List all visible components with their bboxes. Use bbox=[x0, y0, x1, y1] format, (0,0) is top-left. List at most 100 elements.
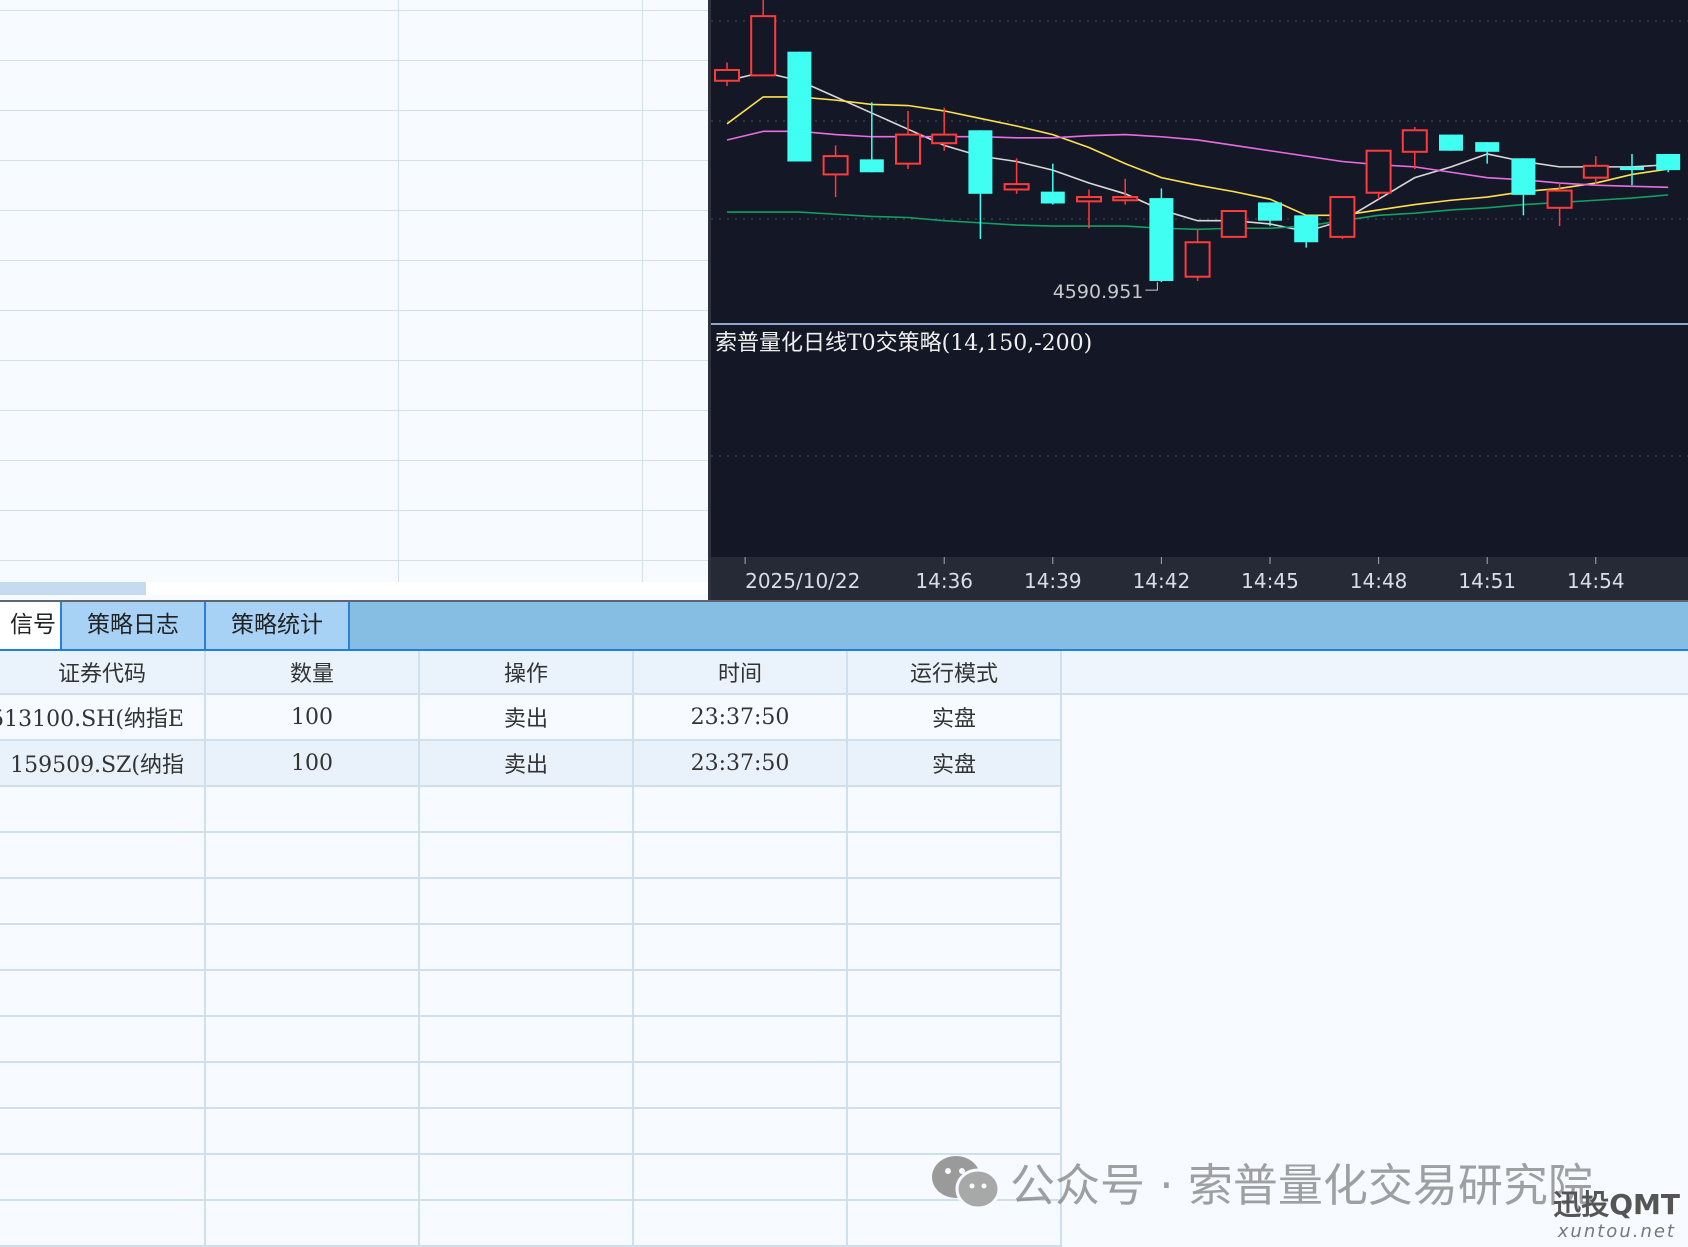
column-header[interactable]: 操作 bbox=[420, 651, 634, 693]
table-cell: 卖出 bbox=[420, 741, 634, 785]
table-cell bbox=[634, 1109, 848, 1153]
candle-body bbox=[1548, 191, 1572, 208]
candle-body bbox=[860, 159, 884, 172]
table-cell bbox=[206, 1201, 420, 1245]
table-cell bbox=[0, 971, 206, 1015]
grid-column-line bbox=[398, 0, 399, 582]
candle-body bbox=[1041, 192, 1065, 204]
table-cell bbox=[0, 787, 206, 831]
table-cell bbox=[206, 1155, 420, 1199]
grid-line bbox=[0, 410, 708, 411]
chart-background bbox=[711, 0, 1688, 600]
table-cell bbox=[206, 1017, 420, 1061]
table-cell bbox=[420, 925, 634, 969]
candle-body bbox=[896, 135, 920, 164]
low-price-label: 4590.951 bbox=[1053, 281, 1144, 303]
table-cell: 513100.SH(纳指E bbox=[0, 695, 206, 739]
empty-table-row bbox=[0, 787, 1062, 833]
candle-body bbox=[824, 156, 848, 174]
table-cell bbox=[206, 833, 420, 877]
column-header[interactable]: 数量 bbox=[206, 651, 420, 693]
empty-table-row bbox=[0, 1109, 1062, 1155]
scrollbar-thumb[interactable] bbox=[0, 582, 146, 595]
candle-body bbox=[1475, 142, 1499, 152]
candle-body bbox=[1113, 197, 1137, 200]
table-cell: 实盘 bbox=[848, 695, 1062, 739]
candle-body bbox=[1403, 130, 1427, 152]
table-cell bbox=[420, 879, 634, 923]
candle-body bbox=[968, 130, 992, 194]
empty-table-row bbox=[0, 971, 1062, 1017]
table-cell bbox=[206, 879, 420, 923]
table-cell bbox=[420, 1109, 634, 1153]
candle-body bbox=[1294, 215, 1318, 242]
grid-line bbox=[0, 310, 708, 311]
table-cell bbox=[848, 1017, 1062, 1061]
table-cell bbox=[848, 971, 1062, 1015]
grid-column-line bbox=[642, 0, 643, 582]
table-cell bbox=[848, 833, 1062, 877]
watermark-text: 公众号 · 索普量化交易研究院 bbox=[1010, 1149, 1593, 1214]
table-cell bbox=[634, 925, 848, 969]
candle-body bbox=[1511, 158, 1535, 195]
candle-body bbox=[1620, 167, 1644, 170]
tab-strategy-log[interactable]: 策略日志 bbox=[60, 602, 206, 649]
table-cell bbox=[420, 1201, 634, 1245]
empty-table-row bbox=[0, 1017, 1062, 1063]
candle-body bbox=[1186, 242, 1210, 276]
table-cell bbox=[848, 925, 1062, 969]
axis-tick-label: 14:54 bbox=[1567, 569, 1625, 593]
horizontal-scrollbar[interactable] bbox=[0, 582, 708, 595]
table-cell bbox=[848, 879, 1062, 923]
table-cell bbox=[634, 1063, 848, 1107]
table-cell bbox=[420, 971, 634, 1015]
grid-line bbox=[0, 160, 708, 161]
table-row[interactable]: 159509.SZ(纳指100卖出23:37:50实盘 bbox=[0, 741, 1062, 787]
empty-table-row bbox=[0, 925, 1062, 971]
grid-line bbox=[0, 60, 708, 61]
table-cell: 实盘 bbox=[848, 741, 1062, 785]
axis-tick-label: 14:36 bbox=[915, 569, 973, 593]
candle-body bbox=[1077, 197, 1101, 201]
table-cell bbox=[206, 1063, 420, 1107]
table-cell bbox=[848, 1109, 1062, 1153]
axis-tick-label: 14:39 bbox=[1024, 569, 1082, 593]
empty-table-row bbox=[0, 1063, 1062, 1109]
candle-body bbox=[1258, 202, 1282, 220]
table-row[interactable]: 513100.SH(纳指E100卖出23:37:50实盘 bbox=[0, 695, 1062, 741]
empty-table-row bbox=[0, 1155, 1062, 1201]
table-cell bbox=[848, 1201, 1062, 1245]
axis-tick-label: 14:48 bbox=[1350, 569, 1408, 593]
kline-chart[interactable]: 4590.951 索普量化日线T0交策略(14,150,-200) 2025/10/… bbox=[711, 0, 1688, 600]
grid-line bbox=[0, 510, 708, 511]
table-cell bbox=[0, 879, 206, 923]
table-cell bbox=[634, 833, 848, 877]
axis-tick-label: 2025/10/22 bbox=[745, 569, 860, 593]
candle-body bbox=[1439, 135, 1463, 151]
axis-tick-label: 14:51 bbox=[1458, 569, 1516, 593]
column-header[interactable]: 运行模式 bbox=[848, 651, 1062, 693]
table-cell bbox=[420, 787, 634, 831]
column-header[interactable]: 时间 bbox=[634, 651, 848, 693]
table-cell bbox=[848, 1063, 1062, 1107]
table-header[interactable]: 证券代码数量操作时间运行模式 bbox=[0, 651, 1062, 695]
tab-strategy-stats[interactable]: 策略统计 bbox=[204, 602, 350, 649]
table-cell: 卖出 bbox=[420, 695, 634, 739]
table-cell: 100 bbox=[206, 741, 420, 785]
candle-body bbox=[715, 70, 739, 81]
table-cell bbox=[420, 1063, 634, 1107]
candle-body bbox=[787, 52, 811, 162]
table-cell bbox=[634, 1017, 848, 1061]
column-header[interactable]: 证券代码 bbox=[0, 651, 206, 693]
table-cell bbox=[634, 971, 848, 1015]
table-cell: 23:37:50 bbox=[634, 695, 848, 739]
candle-body bbox=[751, 16, 775, 75]
indicator-title: 索普量化日线T0交策略(14,150,-200) bbox=[715, 331, 1092, 356]
empty-table-row bbox=[0, 1201, 1062, 1247]
table-header-filler bbox=[1062, 651, 1688, 695]
tab-signal[interactable]: 信号 bbox=[0, 602, 60, 649]
table-cell bbox=[206, 787, 420, 831]
grid-line bbox=[0, 10, 708, 11]
table-cell bbox=[634, 1201, 848, 1245]
table-cell bbox=[420, 1155, 634, 1199]
